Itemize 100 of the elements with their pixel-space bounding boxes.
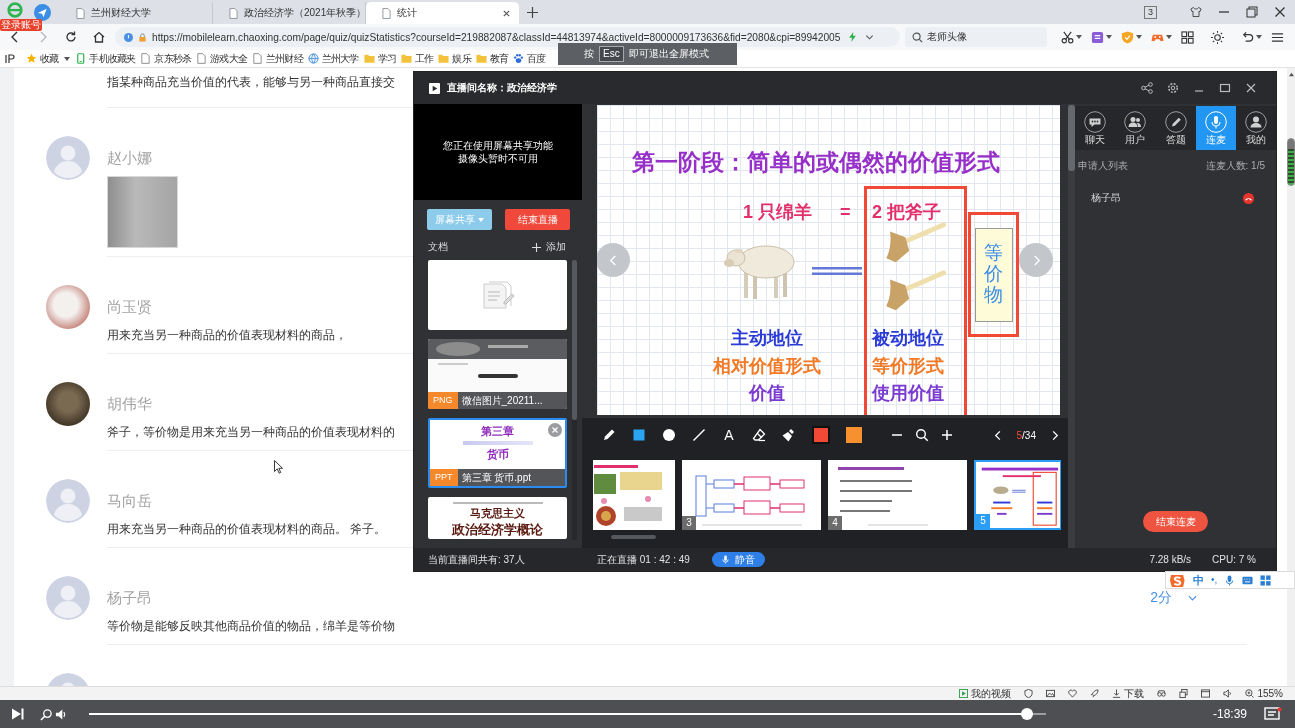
hang-up-icon[interactable] (1243, 192, 1254, 204)
scroll-up-icon[interactable] (1287, 72, 1295, 77)
slide-title: 第一阶段：简单的或偶然的价值形式 (632, 148, 1000, 177)
scrollbar-thumb[interactable] (1287, 138, 1295, 186)
slide-thumbnail[interactable]: 3 (682, 460, 821, 530)
address-field[interactable]: https://mobilelearn.chaoxing.com/page/quiz/quizStatistics?courseId=219882087&classId=44813974&activeId=8000009173636&fid=2080&cpi=89942005 (115, 27, 900, 47)
maximize-icon[interactable] (1246, 6, 1258, 18)
text-tool[interactable]: A (722, 427, 736, 443)
caret-icon[interactable] (64, 56, 71, 61)
scrollbar-thumb[interactable] (572, 260, 577, 420)
search-icon[interactable] (914, 428, 929, 442)
color-swatch[interactable] (812, 426, 830, 444)
zoom-in-icon[interactable] (939, 428, 954, 442)
copy-icon[interactable] (1179, 689, 1189, 698)
bookmark-link[interactable]: 京东秒杀 (140, 51, 192, 66)
input-method-logo-icon[interactable] (1169, 572, 1186, 588)
new-tab-icon[interactable] (527, 7, 538, 18)
grid-icon[interactable] (1181, 30, 1194, 44)
share-icon[interactable] (1141, 82, 1153, 94)
slide-thumbnail[interactable] (593, 460, 675, 530)
page-icon (382, 7, 391, 19)
panel-tab[interactable]: 答题 (1155, 106, 1196, 150)
menu-icon[interactable] (1271, 30, 1284, 44)
send-icon[interactable] (34, 3, 51, 21)
eraser-icon[interactable] (752, 428, 766, 442)
caret-icon[interactable] (1076, 35, 1082, 39)
score-dropdown[interactable]: 2分 (1150, 589, 1197, 607)
scrollbar-thumb[interactable] (611, 535, 656, 539)
camera-notice-text: 您正在使用屏幕共享功能 (443, 139, 553, 152)
line-icon[interactable] (692, 428, 706, 442)
scrollbar-thumb[interactable] (1068, 105, 1075, 171)
bookmark-link[interactable]: 兰州大学 (307, 51, 359, 66)
browser-tab[interactable]: 统计 (366, 2, 519, 24)
add-button[interactable]: 添加 (532, 240, 566, 254)
close-icon[interactable] (1245, 82, 1257, 94)
panel-tab[interactable]: 聊天 (1075, 106, 1116, 150)
punctuation-toggle[interactable]: •, (1211, 574, 1218, 586)
play-icon[interactable] (10, 707, 24, 721)
bookmark-link[interactable]: 教育 (475, 51, 509, 66)
shirt-icon[interactable] (1190, 6, 1202, 18)
glasses-icon[interactable] (1157, 689, 1167, 698)
progress-thumb[interactable] (1020, 708, 1033, 720)
square-icon[interactable] (632, 428, 646, 442)
broom-icon[interactable] (782, 428, 796, 442)
panel-tab[interactable]: 用户 (1115, 106, 1156, 150)
caret-icon[interactable] (1166, 35, 1172, 39)
reload-icon[interactable] (65, 31, 77, 43)
settings-icon[interactable] (1167, 82, 1179, 94)
end-live-button[interactable]: 结束直播 (505, 209, 570, 230)
color-swatch[interactable] (846, 427, 862, 443)
heart-icon[interactable] (1068, 689, 1078, 698)
pencil-icon[interactable] (602, 428, 616, 442)
login-badge[interactable]: 登录账号 (0, 19, 42, 31)
caret-icon[interactable] (1136, 35, 1142, 39)
bookmark-link[interactable]: 手机收藏夹 (75, 51, 136, 66)
screen-icon[interactable] (1264, 707, 1282, 721)
mute-button[interactable]: 静音 (712, 552, 765, 567)
microphone-icon[interactable] (1224, 574, 1236, 586)
window-icon[interactable] (1201, 689, 1211, 698)
zoom-button[interactable]: 155% (1245, 687, 1283, 700)
scissors-icon[interactable] (1061, 30, 1074, 44)
search-field[interactable]: 老师头像 (905, 27, 1047, 47)
image-icon[interactable] (1046, 689, 1056, 698)
window-count-badge[interactable]: 3 (1144, 5, 1157, 19)
sidebar-icon[interactable] (5, 53, 15, 64)
shield-icon[interactable] (1024, 689, 1034, 698)
shield-icon[interactable] (124, 32, 133, 42)
keyboard-icon[interactable] (1242, 574, 1254, 586)
document-card[interactable]: PNG 微信图片_20211... (428, 339, 567, 409)
caret-icon[interactable] (1256, 35, 1262, 39)
bookmark-link[interactable]: 百度 (513, 51, 546, 66)
bookmark-link[interactable]: 工作 (401, 51, 434, 66)
circle-icon[interactable] (662, 428, 676, 442)
previous-page-icon[interactable] (993, 429, 1002, 441)
document-card[interactable]: 马克思主义 政治经济学概论 (428, 497, 567, 539)
rocket-icon[interactable] (1090, 689, 1100, 698)
bookmark-link[interactable]: 游戏大全 (196, 51, 248, 66)
close-icon[interactable] (1274, 6, 1286, 18)
extension-icon[interactable] (1091, 30, 1104, 44)
bookmark-link[interactable]: 学习 (363, 51, 397, 66)
volume-icon[interactable] (55, 707, 66, 721)
caret-icon[interactable] (1106, 35, 1112, 39)
document-card[interactable]: 第三章 货币 PPT 第三章 货币.ppt (428, 418, 567, 488)
next-page-icon[interactable] (1051, 429, 1059, 441)
slide-thumbnail[interactable]: 4 (828, 460, 967, 530)
input-mode-toggle[interactable]: 中 (1193, 573, 1204, 587)
panel-tab[interactable]: 我的 (1235, 106, 1276, 150)
maximize-icon[interactable] (1219, 82, 1231, 94)
chevron-down-icon[interactable] (865, 32, 875, 42)
sun-icon[interactable] (1211, 30, 1224, 44)
close-icon[interactable] (502, 8, 511, 18)
search-icon[interactable] (40, 707, 53, 721)
download-button[interactable]: 下载 (1112, 687, 1145, 700)
bookmark-link[interactable]: 娱乐 (438, 51, 471, 66)
undo-icon[interactable] (1241, 30, 1254, 44)
home-icon[interactable] (93, 31, 105, 43)
my-videos-button[interactable]: 我的视频 (959, 687, 1012, 700)
bookmark-link[interactable]: 兰州财经 (252, 51, 303, 66)
speaker-icon[interactable] (1223, 689, 1233, 698)
bookmark-link[interactable]: 收藏 (26, 51, 71, 66)
